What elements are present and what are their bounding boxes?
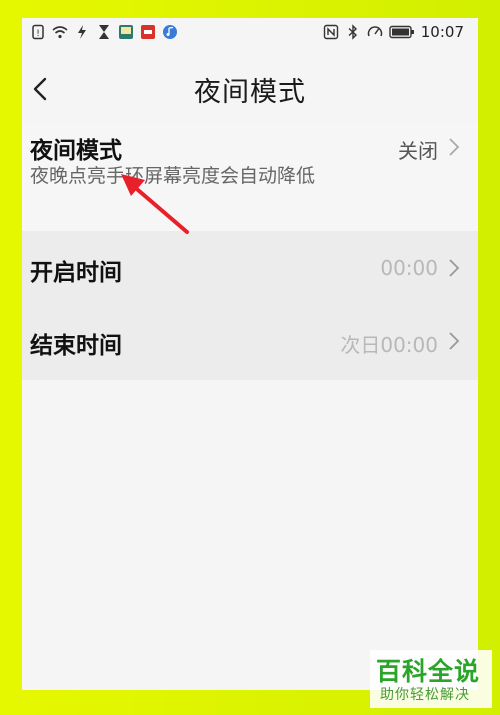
start-time-row[interactable]: 开启时间 00:00 — [22, 231, 478, 304]
night-mode-status: 关闭 — [398, 139, 438, 163]
wifi-icon — [52, 26, 68, 39]
end-time-row[interactable]: 结束时间 次日00:00 — [22, 304, 478, 380]
annotation-arrow — [121, 174, 189, 234]
chevron-right-icon — [449, 332, 460, 350]
svg-text:!: ! — [36, 29, 40, 39]
hourglass-icon — [99, 25, 109, 39]
start-time-value: 00:00 — [380, 256, 438, 280]
watermark-logo: 百科全说 助你轻松解决 — [370, 650, 492, 708]
night-mode-row[interactable]: 夜间模式 夜晚点亮手环屏幕亮度会自动降低 关闭 — [22, 123, 478, 248]
battery-icon — [389, 25, 414, 39]
page-title: 夜间模式 — [194, 77, 306, 108]
music-icon — [163, 25, 177, 39]
status-right-icons: 10:07 — [323, 23, 464, 41]
app-red-icon — [141, 25, 155, 39]
chevron-right-icon — [449, 259, 460, 277]
night-mode-label: 夜间模式 — [30, 138, 122, 164]
bluetooth-icon — [348, 24, 357, 40]
watermark-subtitle: 助你轻松解决 — [380, 687, 470, 703]
speed-icon — [367, 26, 382, 37]
nav-bar: 夜间模式 — [22, 68, 478, 112]
nfc-icon — [323, 24, 338, 40]
end-time-label: 结束时间 — [30, 333, 122, 359]
phone-screen: ! 10:07 夜间模式 夜间模式 夜晚点亮手环屏幕亮度会自动降低 关闭 开启时… — [22, 18, 478, 690]
status-left-icons: ! — [30, 24, 178, 40]
end-time-value: 次日00:00 — [340, 333, 438, 357]
status-time: 10:07 — [420, 23, 464, 41]
flash-icon — [78, 25, 86, 39]
status-bar: ! 10:07 — [22, 18, 478, 48]
chevron-right-icon — [449, 138, 460, 156]
app-icon — [119, 25, 133, 39]
sim-icon: ! — [32, 24, 44, 40]
start-time-label: 开启时间 — [30, 260, 122, 286]
watermark-title: 百科全说 — [376, 657, 481, 686]
